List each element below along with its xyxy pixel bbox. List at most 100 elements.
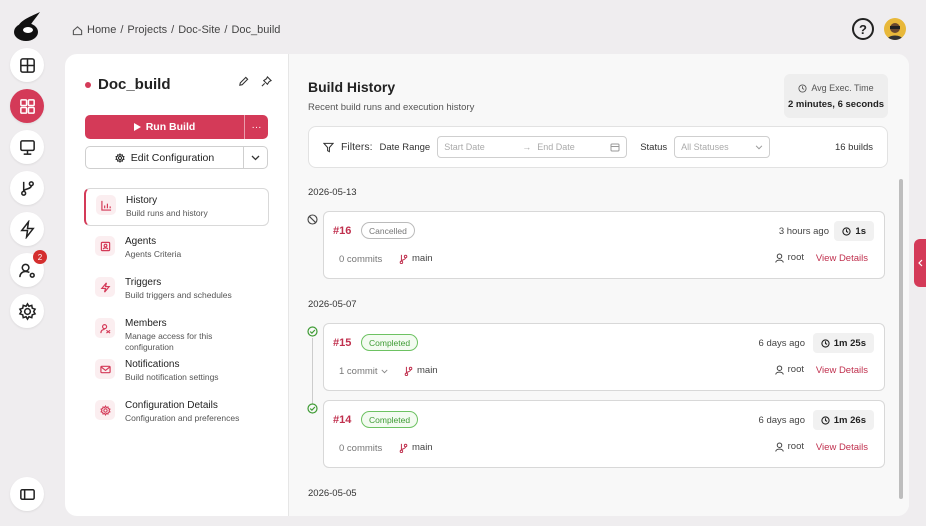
user-lock-icon xyxy=(95,318,115,338)
edit-configuration-button[interactable]: Edit Configuration xyxy=(85,146,268,169)
monitor-button[interactable] xyxy=(10,130,44,164)
branch-icon xyxy=(399,254,408,264)
breadcrumb-projects[interactable]: Projects xyxy=(127,24,167,36)
chart-icon xyxy=(96,195,116,215)
commit-count-dropdown[interactable]: 1 commit xyxy=(339,366,388,377)
cancelled-icon xyxy=(307,214,318,225)
nav-item-members[interactable]: Members Manage access for this configurat… xyxy=(84,311,269,352)
nav-title: Triggers xyxy=(125,277,162,288)
user-icon xyxy=(774,252,784,263)
content-title: Build History xyxy=(308,79,396,95)
agent-icon xyxy=(95,236,115,256)
help-icon[interactable]: ? xyxy=(852,18,874,40)
build-time-ago: 6 days ago xyxy=(758,338,805,349)
edit-configuration-main[interactable]: Edit Configuration xyxy=(86,152,243,164)
triggered-by: root xyxy=(774,252,804,263)
home-icon xyxy=(72,25,83,35)
gear-icon xyxy=(115,152,125,163)
pin-icon[interactable] xyxy=(261,76,272,87)
build-card[interactable]: #15 Completed 6 days ago 1m 25s 1 commit… xyxy=(323,323,885,391)
status-dot xyxy=(85,81,91,88)
build-card[interactable]: #14 Completed 6 days ago 1m 26s 0 commit… xyxy=(323,400,885,468)
nav-item-configuration-details[interactable]: Configuration Details Configuration and p… xyxy=(84,393,269,431)
scrollbar[interactable] xyxy=(899,179,903,499)
breadcrumb: Home / Projects / Doc-Site / Doc_build xyxy=(72,24,280,36)
status-select[interactable]: All Statuses xyxy=(674,136,771,158)
nav-item-triggers[interactable]: Triggers Build triggers and schedules xyxy=(84,270,269,308)
users-settings-icon xyxy=(18,263,35,278)
bolt-button[interactable] xyxy=(10,212,44,246)
build-card[interactable]: #16 Cancelled 3 hours ago 1s 0 commits m… xyxy=(323,211,885,279)
check-circle-icon xyxy=(307,403,318,414)
date-range-picker[interactable]: Start Date → End Date xyxy=(437,136,628,158)
branch-button[interactable] xyxy=(10,171,44,205)
status-badge: Completed xyxy=(361,411,419,428)
build-time-ago: 6 days ago xyxy=(758,415,805,426)
run-build-main[interactable]: Run Build xyxy=(85,121,244,133)
view-details-link[interactable]: View Details xyxy=(816,253,868,264)
breadcrumb-site[interactable]: Doc-Site xyxy=(178,24,220,36)
run-build-more-button[interactable]: ··· xyxy=(244,115,268,139)
nav-title: Agents xyxy=(125,236,157,247)
user-icon xyxy=(774,364,784,375)
edit-configuration-dropdown[interactable] xyxy=(243,147,267,168)
breadcrumb-separator: / xyxy=(120,24,124,36)
clock-icon xyxy=(798,83,807,93)
view-details-link[interactable]: View Details xyxy=(816,365,868,376)
breadcrumb-home[interactable]: Home xyxy=(87,24,116,36)
date-group-label: 2026-05-05 xyxy=(308,488,357,499)
nav-subtitle: Configuration and preferences xyxy=(125,413,240,423)
filter-icon xyxy=(323,142,334,152)
duration-value: 1s xyxy=(855,225,866,237)
nav-subtitle: Agents Criteria xyxy=(125,249,182,259)
edit-icon[interactable] xyxy=(238,76,249,87)
chevron-down-icon xyxy=(380,369,388,374)
avatar[interactable] xyxy=(884,18,906,40)
avg-exec-value: 2 minutes, 6 seconds xyxy=(787,99,885,110)
chevron-down-icon xyxy=(251,155,260,160)
nav-subtitle: Build runs and history xyxy=(126,208,208,218)
branch-name: main xyxy=(412,253,433,264)
avg-exec-label: Avg Exec. Time xyxy=(811,83,874,93)
clock-icon xyxy=(842,226,852,236)
users-button[interactable]: 2 xyxy=(10,250,47,287)
projects-button[interactable] xyxy=(10,89,44,123)
settings-button[interactable] xyxy=(10,294,44,328)
status-select-value: All Statuses xyxy=(681,142,729,152)
gear-icon xyxy=(95,400,115,420)
nav-subtitle: Build notification settings xyxy=(125,372,219,382)
title-actions xyxy=(238,76,272,87)
build-id[interactable]: #15 xyxy=(333,337,351,349)
build-time-ago: 3 hours ago xyxy=(778,226,829,237)
status-badge: Cancelled xyxy=(361,222,415,239)
calendar-icon[interactable] xyxy=(610,142,620,152)
breadcrumb-current: Doc_build xyxy=(231,24,281,36)
project-name: Doc_build xyxy=(98,76,171,93)
nav-title: Members xyxy=(125,318,167,329)
build-id[interactable]: #16 xyxy=(333,225,351,237)
edit-configuration-label: Edit Configuration xyxy=(130,151,215,164)
view-details-link[interactable]: View Details xyxy=(816,442,868,453)
branch-label: main xyxy=(399,442,433,453)
date-range-label: Date Range xyxy=(379,141,431,153)
collapse-sidebar-button[interactable] xyxy=(10,477,44,511)
branch-label: main xyxy=(399,253,433,264)
nav-item-agents[interactable]: Agents Agents Criteria xyxy=(84,229,269,267)
build-id[interactable]: #14 xyxy=(333,414,351,426)
avg-exec-label-row: Avg Exec. Time xyxy=(784,83,888,93)
start-date-input[interactable]: Start Date xyxy=(444,142,516,152)
branch-icon xyxy=(20,180,34,196)
nav-title: Notifications xyxy=(125,359,180,370)
date-arrow: → xyxy=(522,142,532,152)
date-group-label: 2026-05-13 xyxy=(308,187,357,198)
sidebar-panel-icon xyxy=(19,488,35,500)
expand-panel-tab[interactable] xyxy=(914,239,926,287)
nav-item-notifications[interactable]: Notifications Build notification settings xyxy=(84,352,269,390)
mail-icon xyxy=(95,359,115,379)
run-build-button[interactable]: Run Build ··· xyxy=(85,115,268,139)
duration-badge: 1s xyxy=(834,221,874,241)
end-date-input[interactable]: End Date xyxy=(537,142,604,152)
dashboard-button[interactable] xyxy=(10,48,44,82)
user-name: root xyxy=(787,252,804,263)
nav-item-history[interactable]: History Build runs and history xyxy=(84,188,269,226)
